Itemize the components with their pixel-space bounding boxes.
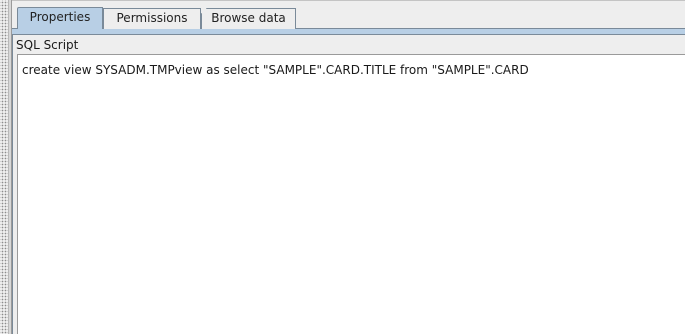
tab-properties[interactable]: Properties bbox=[17, 7, 103, 29]
tab-browse-data-label: Browse data bbox=[211, 11, 286, 25]
sql-script-editor[interactable]: create view SYSADM.TMPview as select "SA… bbox=[17, 54, 685, 334]
tab-permissions[interactable]: Permissions bbox=[103, 8, 201, 29]
sql-view-editor: Properties Permissions Browse data SQL S… bbox=[0, 0, 685, 334]
properties-panel: SQL Script create view SYSADM.TMPview as… bbox=[12, 35, 685, 334]
tab-properties-label: Properties bbox=[29, 10, 91, 24]
sql-script-label: SQL Script bbox=[16, 38, 79, 52]
sql-script-text: create view SYSADM.TMPview as select "SA… bbox=[22, 63, 529, 77]
tab-browse-data[interactable]: Browse data bbox=[201, 8, 296, 29]
tab-permissions-label: Permissions bbox=[116, 11, 188, 25]
tab-strip-underline bbox=[12, 28, 685, 35]
splitter-handle[interactable] bbox=[0, 0, 9, 334]
